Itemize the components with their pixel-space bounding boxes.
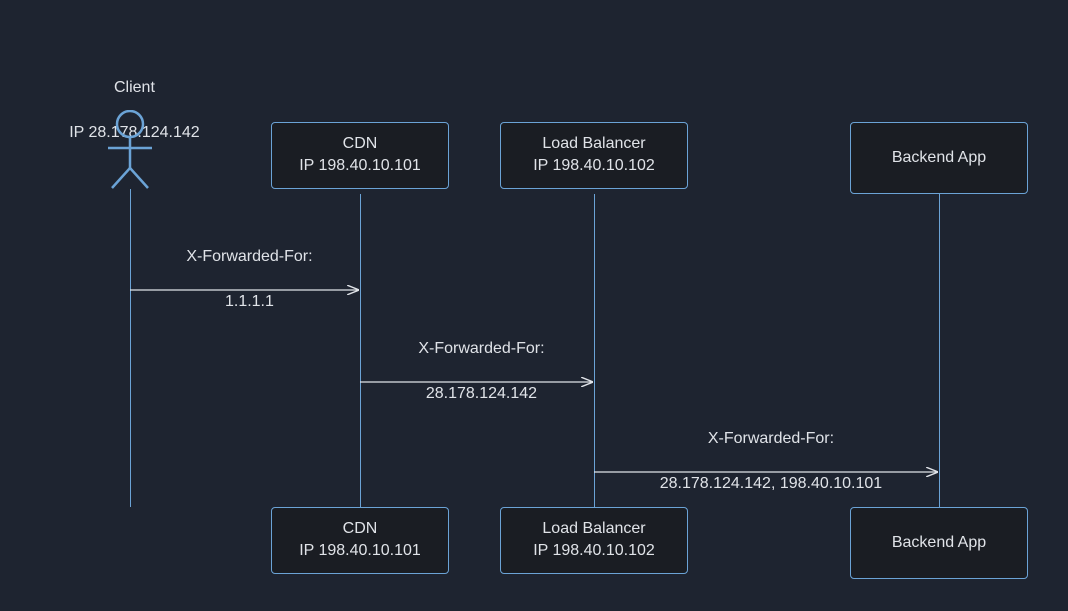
msg2-label: X-Forwarded-For: 28.178.124.142	[360, 316, 594, 406]
msg3-header: X-Forwarded-For:	[708, 430, 834, 447]
cdn-bottom-box: CDN IP 198.40.10.101	[271, 507, 449, 574]
client-actor-icon	[104, 110, 156, 190]
backend-top-box: Backend App	[850, 122, 1028, 194]
msg1-label: X-Forwarded-For: 1.1.1.1	[130, 224, 360, 314]
lb-top-box: Load Balancer IP 198.40.10.102	[500, 122, 688, 189]
cdn-top-box: CDN IP 198.40.10.101	[271, 122, 449, 189]
lb-name: Load Balancer	[542, 133, 645, 155]
msg1-header: X-Forwarded-For:	[186, 248, 312, 265]
cdn-ip-bottom: IP 198.40.10.101	[299, 540, 421, 562]
cdn-name-bottom: CDN	[343, 518, 378, 540]
backend-bottom-box: Backend App	[850, 507, 1028, 579]
msg3-label: X-Forwarded-For: 28.178.124.142, 198.40.…	[594, 406, 939, 496]
client-name: Client	[114, 79, 155, 96]
lb-ip: IP 198.40.10.102	[533, 155, 655, 177]
lb-bottom-box: Load Balancer IP 198.40.10.102	[500, 507, 688, 574]
lb-name-bottom: Load Balancer	[542, 518, 645, 540]
cdn-ip: IP 198.40.10.101	[299, 155, 421, 177]
backend-lifeline	[939, 194, 940, 507]
lb-ip-bottom: IP 198.40.10.102	[533, 540, 655, 562]
msg2-value: 28.178.124.142	[426, 385, 537, 402]
msg2-header: X-Forwarded-For:	[418, 340, 544, 357]
cdn-name: CDN	[343, 133, 378, 155]
msg3-value: 28.178.124.142, 198.40.10.101	[660, 475, 882, 492]
msg1-value: 1.1.1.1	[225, 293, 274, 310]
backend-name: Backend App	[892, 147, 986, 169]
backend-name-bottom: Backend App	[892, 532, 986, 554]
